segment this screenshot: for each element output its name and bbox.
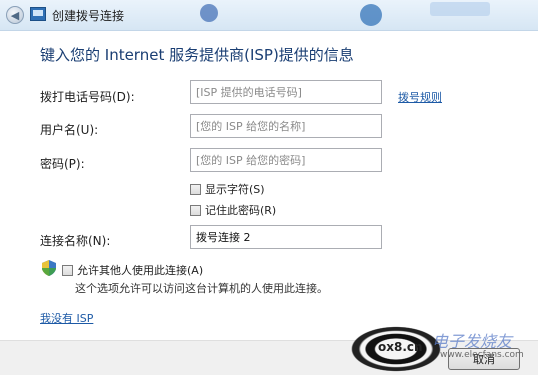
watermark-url: www.elecfans.com: [440, 350, 524, 360]
allow-others-checkbox[interactable]: [62, 264, 73, 276]
show-characters-checkbox[interactable]: [190, 183, 201, 195]
uac-shield-icon: [42, 260, 56, 276]
back-arrow-icon: ◀: [10, 9, 20, 22]
username-input[interactable]: [您的 ISP 给您的名称]: [190, 114, 382, 138]
connection-name-input[interactable]: 拨号连接 2: [190, 225, 382, 249]
connection-name-label: 连接名称(N):: [40, 234, 111, 248]
watermark-site: ox8.cn: [378, 340, 423, 354]
remember-password-checkbox[interactable]: [190, 204, 201, 216]
allow-others-hint: 这个选项允许可以访问这台计算机的人使用此连接。: [75, 282, 328, 295]
remember-password-label: 记住此密码(R): [205, 204, 277, 217]
show-characters-option[interactable]: 显示字符(S): [190, 181, 265, 197]
page-heading: 键入您的 Internet 服务提供商(ISP)提供的信息: [40, 46, 354, 64]
aero-decoration: [430, 2, 490, 16]
aero-decoration: [360, 4, 382, 26]
no-isp-link[interactable]: 我没有 ISP: [40, 310, 93, 326]
dialup-connection-icon: [30, 7, 46, 21]
title-bar: ◀ 创建拨号连接: [0, 0, 538, 31]
remember-password-option[interactable]: 记住此密码(R): [190, 202, 276, 218]
dialing-rules-link[interactable]: 拨号规则: [398, 89, 442, 105]
allow-others-option[interactable]: 允许其他人使用此连接(A): [62, 262, 203, 278]
back-button[interactable]: ◀: [6, 6, 24, 24]
password-label: 密码(P):: [40, 157, 85, 171]
allow-others-label: 允许其他人使用此连接(A): [77, 264, 204, 277]
show-characters-label: 显示字符(S): [205, 183, 265, 196]
window-title: 创建拨号连接: [52, 9, 125, 23]
username-label: 用户名(U):: [40, 123, 99, 137]
aero-decoration: [200, 4, 218, 22]
password-input[interactable]: [您的 ISP 给您的密码]: [190, 148, 382, 172]
phone-label: 拨打电话号码(D):: [40, 90, 135, 104]
phone-number-input[interactable]: [ISP 提供的电话号码]: [190, 80, 382, 104]
